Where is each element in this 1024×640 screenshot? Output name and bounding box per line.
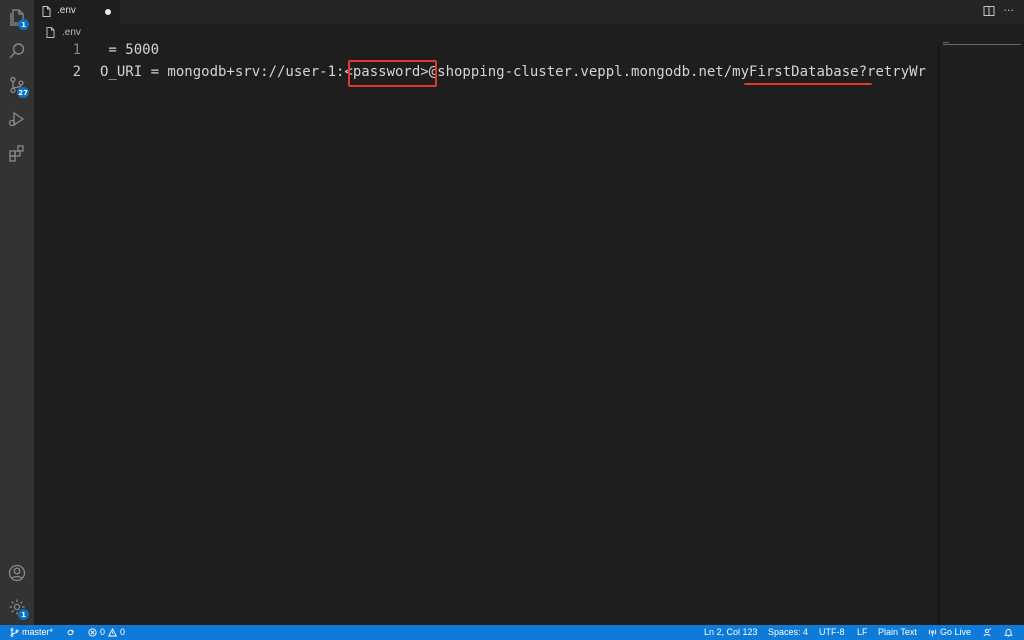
encoding-selector[interactable]: UTF-8 (819, 626, 845, 639)
account-icon (8, 564, 26, 582)
more-actions-icon[interactable]: ··· (1004, 5, 1015, 17)
error-icon (88, 628, 97, 637)
explorer-badge: 1 (18, 19, 29, 30)
split-editor-icon[interactable] (983, 5, 995, 17)
minimap-line (943, 42, 949, 43)
code-line[interactable]: O_URI = mongodb+srv://user-1:<password>@… (100, 62, 926, 83)
problems-indicator[interactable]: 0 0 (88, 626, 125, 639)
tab-bar: .env ··· (34, 0, 1024, 24)
go-live-button[interactable]: Go Live (928, 626, 971, 639)
activity-bar: 1 27 1 (0, 0, 34, 625)
line-number-gutter: 1 2 (34, 42, 84, 625)
tab-label: .env (57, 5, 76, 16)
indentation-label: Spaces: 4 (768, 627, 809, 637)
run-debug-button[interactable] (0, 102, 34, 136)
error-count: 0 (100, 627, 106, 637)
bell-icon (1004, 629, 1013, 637)
language-selector[interactable]: Plain Text (878, 626, 917, 639)
extensions-button[interactable] (0, 136, 34, 170)
run-debug-icon (8, 111, 25, 127)
accounts-button[interactable] (0, 556, 34, 590)
file-icon (42, 6, 51, 17)
line-number: 2 (72, 64, 81, 80)
file-icon (46, 27, 55, 38)
feedback-button[interactable] (983, 626, 992, 639)
manage-button[interactable]: 1 (0, 590, 34, 624)
sync-button[interactable] (66, 626, 75, 639)
branch-indicator[interactable]: master* (10, 626, 53, 639)
branch-name: master* (22, 627, 54, 637)
broadcast-icon (928, 629, 937, 637)
go-live-label: Go Live (940, 627, 972, 637)
source-control-button[interactable]: 27 (0, 68, 34, 102)
cursor-position-label: Ln 2, Col 123 (704, 627, 758, 637)
eol-selector[interactable]: LF (857, 626, 868, 639)
code-editor[interactable]: 1 2 = 5000 O_URI = mongodb+srv://user-1:… (34, 42, 938, 625)
password-highlight-box (348, 60, 437, 87)
sync-icon (67, 629, 74, 636)
warning-count: 0 (120, 627, 126, 637)
minimap[interactable] (938, 42, 1024, 625)
search-button[interactable] (0, 34, 34, 68)
language-label: Plain Text (878, 627, 917, 637)
tab-env[interactable]: .env (34, 0, 120, 24)
database-name-underline (744, 83, 872, 85)
source-control-badge: 27 (17, 87, 29, 98)
git-branch-icon (10, 628, 19, 637)
warning-icon (108, 628, 118, 637)
extensions-icon (9, 145, 24, 162)
line-number: 1 (72, 42, 81, 58)
editor-actions: ··· (983, 5, 1015, 17)
code-line[interactable]: = 5000 (100, 42, 159, 61)
settings-badge: 1 (18, 609, 29, 620)
encoding-label: UTF-8 (819, 627, 845, 637)
breadcrumb: .env (34, 24, 1024, 42)
minimap-line (943, 44, 1021, 45)
explorer-button[interactable]: 1 (0, 0, 34, 34)
status-bar: master* 0 0 Ln 2, Col 123 Spaces: 4 UTF-… (0, 625, 1024, 640)
notifications-button[interactable] (1004, 626, 1013, 639)
breadcrumb-file[interactable]: .env (62, 27, 81, 38)
cursor-position[interactable]: Ln 2, Col 123 (704, 626, 758, 639)
search-icon (9, 43, 25, 59)
indentation-selector[interactable]: Spaces: 4 (768, 626, 808, 639)
feedback-icon (983, 628, 992, 637)
unsaved-dot-icon[interactable] (105, 9, 111, 15)
eol-label: LF (857, 627, 868, 637)
